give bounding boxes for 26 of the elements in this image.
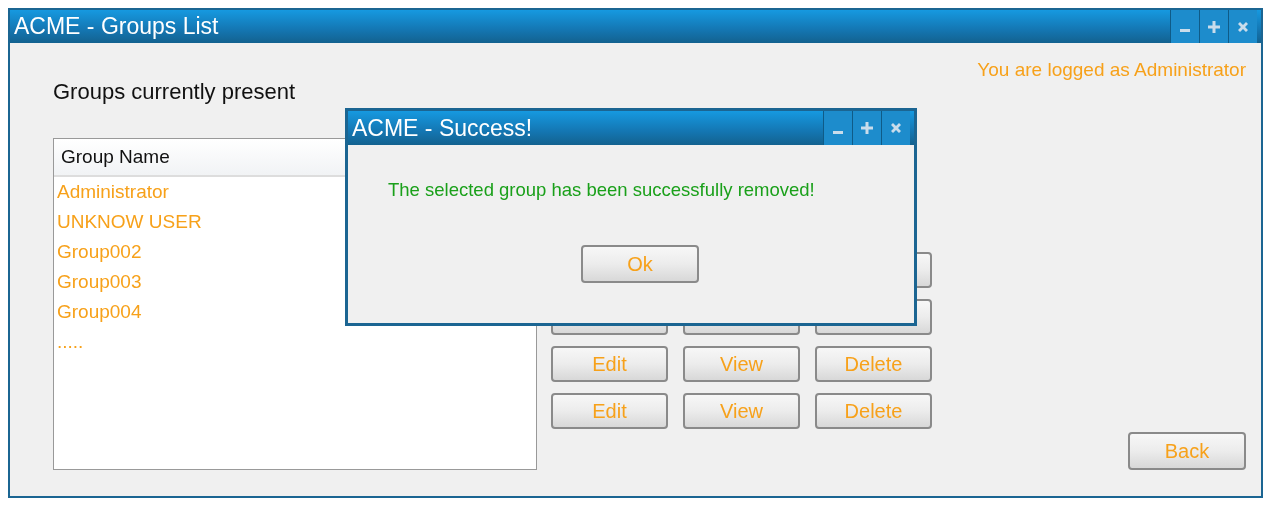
delete-button[interactable]: Delete: [815, 393, 932, 429]
close-button[interactable]: [1228, 10, 1257, 43]
close-icon: [890, 122, 902, 134]
minimize-icon: [833, 130, 843, 134]
ok-button[interactable]: Ok: [581, 245, 699, 283]
view-button[interactable]: View: [683, 393, 800, 429]
plus-icon: [1208, 20, 1220, 33]
dialog-title: ACME - Success!: [352, 114, 533, 142]
window-title: ACME - Groups List: [14, 13, 219, 40]
group-item[interactable]: .....: [54, 327, 536, 357]
edit-button[interactable]: Edit: [551, 393, 668, 429]
edit-button[interactable]: Edit: [551, 346, 668, 382]
close-icon: [1237, 20, 1249, 33]
section-heading: Groups currently present: [53, 78, 297, 106]
minimize-button[interactable]: [1170, 10, 1199, 43]
view-button[interactable]: View: [683, 346, 800, 382]
login-status: You are logged as Administrator: [977, 59, 1246, 81]
success-message: The selected group has been successfully removed!: [388, 179, 815, 201]
plus-icon: [861, 122, 873, 134]
minimize-icon: [1180, 29, 1190, 32]
close-button[interactable]: [881, 111, 910, 145]
back-button[interactable]: Back: [1128, 432, 1246, 470]
minimize-button[interactable]: [823, 111, 852, 145]
delete-button[interactable]: Delete: [815, 346, 932, 382]
maximize-button[interactable]: [852, 111, 881, 145]
maximize-button[interactable]: [1199, 10, 1228, 43]
